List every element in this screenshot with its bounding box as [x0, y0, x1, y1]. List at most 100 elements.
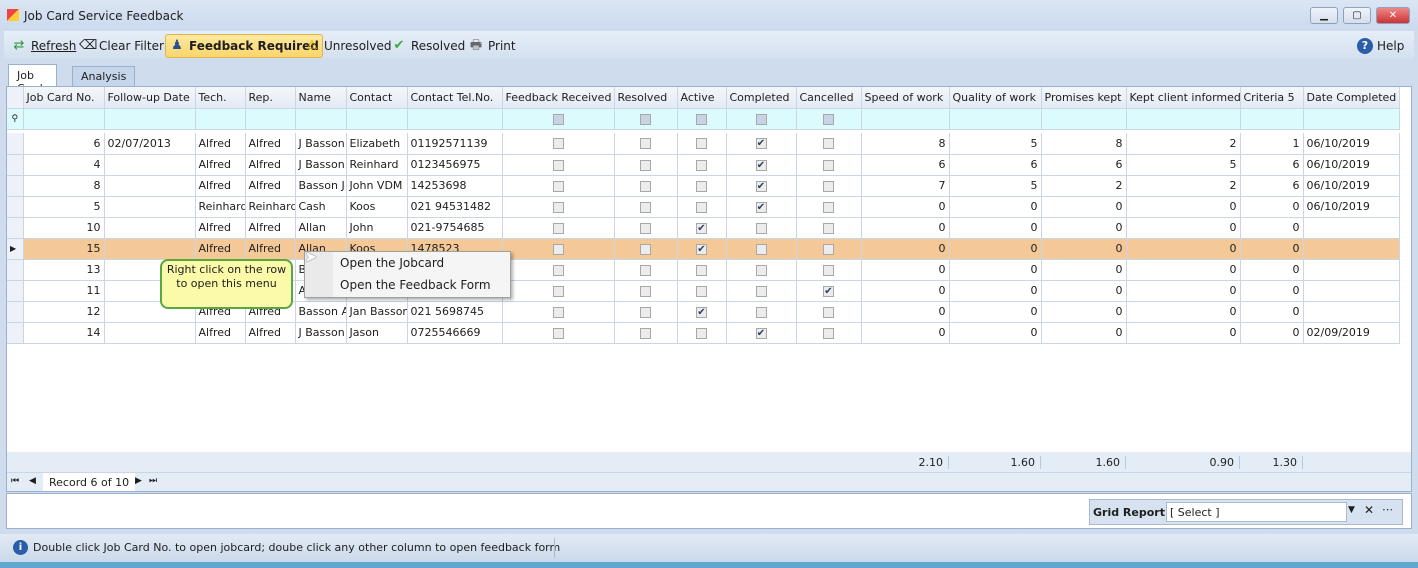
next-record-button[interactable]: ▶ [135, 476, 142, 486]
cell-quality[interactable]: 5 [949, 175, 1042, 197]
cell-comp[interactable] [726, 301, 797, 323]
column-header[interactable]: Promises kept [1041, 87, 1127, 109]
cell-act[interactable] [677, 133, 727, 155]
cell-promises[interactable]: 0 [1041, 196, 1127, 218]
checkbox[interactable] [640, 243, 651, 255]
checkbox[interactable]: ✔ [755, 159, 767, 171]
cell-followup[interactable] [104, 196, 196, 218]
cell-promises[interactable]: 0 [1041, 280, 1127, 302]
cell-tel[interactable]: 021-9754685 [407, 217, 503, 239]
column-header[interactable]: Feedback Received [502, 87, 615, 109]
filter-checkbox[interactable] [755, 113, 767, 125]
cell-speed[interactable]: 7 [861, 175, 950, 197]
cell-comp[interactable]: ✔ [726, 196, 797, 218]
row-indicator[interactable] [7, 322, 24, 344]
unresolved-button[interactable]: ⚠ Unresolved [301, 34, 394, 58]
checkbox[interactable]: ✔ [755, 201, 767, 213]
cell-date[interactable]: 06/10/2019 [1303, 154, 1400, 176]
cell-res[interactable] [614, 196, 678, 218]
cell-comp[interactable]: ✔ [726, 154, 797, 176]
cell-fb[interactable] [502, 238, 615, 260]
row-indicator[interactable] [7, 259, 24, 281]
cell-speed[interactable]: 0 [861, 301, 950, 323]
cell-name[interactable]: Basson J [295, 175, 347, 197]
cell-c5[interactable]: 0 [1240, 217, 1304, 239]
cell-contact[interactable]: John VDM [346, 175, 408, 197]
cell-tech[interactable]: Alfred [195, 154, 246, 176]
cell-canc[interactable] [796, 133, 862, 155]
cell-informed[interactable]: 0 [1126, 322, 1241, 344]
prev-record-button[interactable]: ◀ [29, 476, 36, 486]
cell-canc[interactable] [796, 217, 862, 239]
column-header[interactable]: Criteria 5 [1240, 87, 1304, 109]
column-header[interactable]: Tech. [195, 87, 246, 109]
table-row[interactable]: ▶ 15 Alfred Alfred Allan Koos 1478523 ✔ 0 0 0 0 0 [7, 238, 1400, 260]
cell-fb[interactable] [502, 217, 615, 239]
cell-tel[interactable]: 021 5698745 [407, 301, 503, 323]
cell-act[interactable] [677, 259, 727, 281]
cell-canc[interactable] [796, 238, 862, 260]
cell-act[interactable]: ✔ [677, 217, 727, 239]
cell-informed[interactable]: 0 [1126, 259, 1241, 281]
clear-report-button[interactable]: ✕ [1364, 503, 1374, 517]
checkbox[interactable] [640, 222, 651, 234]
cell-res[interactable] [614, 280, 678, 302]
checkbox[interactable] [823, 243, 834, 255]
filter-cell[interactable] [949, 108, 1042, 130]
cell-no[interactable]: 4 [23, 154, 105, 176]
checkbox[interactable] [696, 159, 707, 171]
filter-cell[interactable] [1041, 108, 1127, 130]
cell-informed[interactable]: 0 [1126, 238, 1241, 260]
row-indicator[interactable] [7, 133, 24, 155]
checkbox[interactable]: ✔ [755, 138, 767, 150]
cell-tel[interactable]: 0725546669 [407, 322, 503, 344]
filter-cell[interactable] [726, 108, 797, 130]
cell-followup[interactable] [104, 175, 196, 197]
checkbox[interactable] [755, 285, 767, 297]
cell-promises[interactable]: 2 [1041, 175, 1127, 197]
cell-rep[interactable]: Reinhard [245, 196, 296, 218]
cell-act[interactable]: ✔ [677, 238, 727, 260]
cell-contact[interactable]: John [346, 217, 408, 239]
row-indicator[interactable]: ▶ [7, 238, 24, 260]
cell-speed[interactable]: 0 [861, 196, 950, 218]
cell-tech[interactable]: Alfred [195, 217, 246, 239]
horizontal-scrollbar[interactable] [169, 476, 1407, 488]
checkbox[interactable] [823, 201, 834, 213]
cell-c5[interactable]: 6 [1240, 154, 1304, 176]
table-row[interactable]: 4 Alfred Alfred J Basson Reinhard 0123456975 ✔… [7, 154, 1400, 176]
tab-analysis[interactable]: Analysis [72, 66, 136, 86]
checkbox[interactable] [696, 138, 707, 150]
filter-cell[interactable] [677, 108, 727, 130]
cell-comp[interactable]: ✔ [726, 175, 797, 197]
cell-no[interactable]: 12 [23, 301, 105, 323]
cell-act[interactable] [677, 175, 727, 197]
menu-open-feedback-form[interactable]: Open the Feedback Form [340, 278, 491, 292]
filter-checkbox[interactable] [696, 113, 707, 125]
checkbox[interactable] [755, 306, 767, 318]
cell-act[interactable] [677, 322, 727, 344]
checkbox[interactable] [823, 159, 834, 171]
cell-comp[interactable] [726, 238, 797, 260]
checkbox[interactable] [696, 180, 707, 192]
cell-rep[interactable]: Alfred [245, 175, 296, 197]
checkbox[interactable] [640, 264, 651, 276]
table-row[interactable]: 14 Alfred Alfred J Basson Jason 0725546669 ✔ 0 0… [7, 322, 1400, 344]
cell-speed[interactable]: 0 [861, 259, 950, 281]
cell-fb[interactable] [502, 322, 615, 344]
cell-promises[interactable]: 0 [1041, 259, 1127, 281]
checkbox[interactable] [696, 264, 707, 276]
checkbox[interactable] [696, 327, 707, 339]
table-row[interactable]: 10 Alfred Alfred Allan John 021-9754685 ✔ 0 0 0 0 0 [7, 217, 1400, 239]
cell-followup[interactable] [104, 217, 196, 239]
cell-quality[interactable]: 0 [949, 322, 1042, 344]
checkbox[interactable] [755, 264, 767, 276]
cell-c5[interactable]: 0 [1240, 322, 1304, 344]
column-header[interactable]: Date Completed [1303, 87, 1400, 109]
cell-c5[interactable]: 0 [1240, 280, 1304, 302]
checkbox[interactable] [823, 180, 834, 192]
grid-report-select[interactable]: [ Select ] [1166, 502, 1347, 522]
cell-quality[interactable]: 0 [949, 196, 1042, 218]
cell-comp[interactable]: ✔ [726, 322, 797, 344]
cell-informed[interactable]: 2 [1126, 175, 1241, 197]
